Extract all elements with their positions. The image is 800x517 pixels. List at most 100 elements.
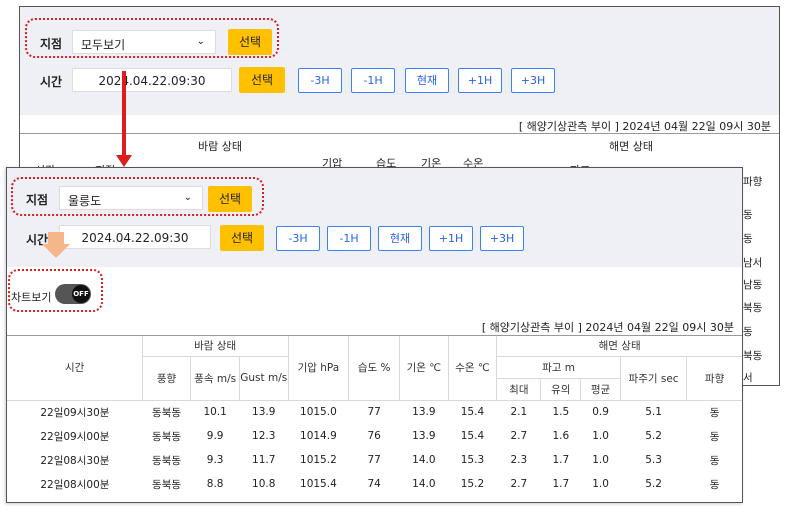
table-cell: 5.2	[619, 424, 687, 448]
back-minus1h-button[interactable]: -1H	[351, 68, 395, 93]
table-body: 22일09시30분 동북동 10.1 13.9 1015.0 77 13.9 15.4 2.1 1…	[7, 400, 742, 502]
table-cell: 1015.0	[287, 400, 349, 424]
front-screen: 지점 울릉도 ⌄ 선택 시간 2024.04.22.09:30 선택 -3H -…	[6, 167, 743, 503]
table-cell: 1.6	[540, 424, 581, 448]
wave-height-header: 파고 m	[496, 356, 621, 379]
table-cell: 동	[686, 496, 742, 502]
back-right-cell: 동	[743, 233, 753, 245]
table-cell: 동북동	[141, 496, 191, 502]
table-cell: 13.9	[238, 400, 289, 424]
table-row: 22일08시00분 동북동 8.8 10.8 1015.4 74 14.0 15.2 2.7 1.…	[7, 472, 742, 496]
table-cell: 1.5	[540, 400, 581, 424]
table-cell: 1.7	[540, 448, 581, 472]
table-cell: 1015.2	[287, 496, 349, 502]
gust-header: Gust m/s	[238, 356, 289, 401]
table-cell: 8.5	[190, 496, 240, 502]
table-cell: 1.6	[540, 496, 581, 502]
table-cell: 동	[686, 448, 742, 472]
wave-period-header: 파주기 sec	[619, 356, 687, 401]
table-cell: 77	[348, 400, 400, 424]
table-cell: 0.9	[580, 496, 621, 502]
step-arrow	[48, 232, 64, 244]
front-plus1h-button[interactable]: +1H	[429, 226, 473, 251]
table-cell: 15.2	[447, 472, 497, 496]
table-cell: 1.0	[580, 424, 621, 448]
back-minus3h-button[interactable]: -3H	[298, 68, 342, 93]
table-cell: 5.2	[619, 472, 687, 496]
transition-arrow	[122, 71, 126, 159]
table-cell: 동북동	[141, 472, 191, 496]
front-plus3h-button[interactable]: +3H	[480, 226, 524, 251]
front-minus3h-button[interactable]: -3H	[276, 226, 320, 251]
table-row: 22일09시00분 동북동 9.9 12.3 1014.9 76 13.9 15.4 2.7 1.…	[7, 424, 742, 448]
wind-speed-header: 풍속 m/s	[190, 356, 240, 401]
table-cell: 75	[348, 496, 400, 502]
table-cell: 13.9	[399, 400, 449, 424]
back-sea-header: 해면 상태	[609, 140, 653, 153]
table-cell: 22일08시00분	[7, 472, 143, 496]
observation-table: 시간 바람 상태 기압 hPa 습도 % 기온 ℃ 수온 ℃ 해면 상태 풍향 …	[7, 336, 742, 502]
transition-arrow-head	[116, 155, 132, 167]
table-cell: 15.4	[447, 400, 497, 424]
back-table-divider	[20, 133, 779, 134]
table-cell: 5.0	[619, 496, 687, 502]
back-source-text: [ 해양기상관측 부이 ] 2024년 04월 22일 09시 30분	[518, 120, 771, 133]
back-direction-header: 파향	[743, 176, 763, 188]
table-cell: 77	[348, 448, 400, 472]
sea-state-header: 해면 상태	[496, 336, 742, 357]
table-cell: 1.0	[580, 472, 621, 496]
back-right-cell: 남동	[743, 279, 763, 291]
pressure-header: 기압 hPa	[287, 336, 349, 401]
back-plus3h-button[interactable]: +3H	[511, 68, 555, 93]
table-row: 22일08시30분 동북동 9.3 11.7 1015.2 77 14.0 15.3 2.3 1.…	[7, 448, 742, 472]
table-cell: 11.7	[238, 448, 289, 472]
air-temp-header: 기온 ℃	[399, 336, 449, 401]
table-cell: 동	[686, 424, 742, 448]
back-time-input[interactable]: 2024.04.22.09:30	[72, 68, 232, 92]
front-source-text: [ 해양기상관측 부이 ] 2024년 04월 22일 09시 30분	[481, 321, 734, 334]
table-cell: 22일09시30분	[7, 400, 143, 424]
front-minus1h-button[interactable]: -1H	[327, 226, 371, 251]
table-cell: 1.0	[580, 448, 621, 472]
table-cell: 10.8	[238, 472, 289, 496]
back-time-label: 시간	[40, 75, 63, 89]
table-cell: 22일09시00분	[7, 424, 143, 448]
wind-direction-header: 풍향	[141, 356, 191, 401]
back-now-button[interactable]: 현재	[405, 68, 449, 93]
table-cell: 1014.9	[287, 424, 349, 448]
table-cell: 동북동	[141, 448, 191, 472]
table-cell: 22일08시30분	[7, 448, 143, 472]
table-cell: 0.9	[580, 400, 621, 424]
table-cell: 76	[348, 424, 400, 448]
table-cell: 15.4	[447, 424, 497, 448]
back-plus1h-button[interactable]: +1H	[458, 68, 502, 93]
water-temp-header: 수온 ℃	[447, 336, 497, 401]
wave-average-header: 평균	[580, 378, 621, 401]
table-cell: 10.1	[190, 400, 240, 424]
back-right-cell: 동	[743, 209, 753, 221]
back-right-cell: 동	[743, 326, 753, 338]
wave-significant-header: 유의	[540, 378, 581, 401]
table-cell: 9.9	[190, 424, 240, 448]
back-wind-header: 바람 상태	[198, 140, 242, 153]
table-cell: 14.0	[399, 448, 449, 472]
front-time-select-button[interactable]: 선택	[220, 225, 264, 251]
back-right-cell: 남서	[743, 257, 763, 269]
table-cell: 15.3	[447, 448, 497, 472]
wave-direction-header: 파향	[686, 356, 742, 401]
front-time-input[interactable]: 2024.04.22.09:30	[59, 225, 211, 249]
front-now-button[interactable]: 현재	[378, 226, 422, 251]
table-cell: 1015.2	[287, 448, 349, 472]
time-header: 시간	[7, 336, 143, 401]
table-cell: 10.5	[238, 496, 289, 502]
humidity-header: 습도 %	[348, 336, 400, 401]
table-cell: 동북동	[141, 424, 191, 448]
table-cell: 1.7	[540, 472, 581, 496]
back-time-select-button[interactable]: 선택	[239, 67, 285, 93]
table-cell: 2.3	[496, 448, 541, 472]
table-cell: 2.7	[496, 424, 541, 448]
front-station-highlight	[11, 177, 264, 216]
wave-max-header: 최대	[496, 378, 541, 401]
table-cell: 2.1	[496, 400, 541, 424]
chart-toggle-highlight	[8, 269, 103, 312]
